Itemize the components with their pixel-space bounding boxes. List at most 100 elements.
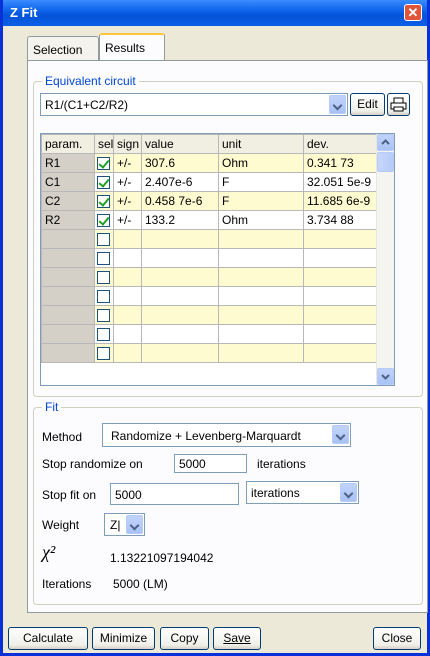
- method-select[interactable]: Randomize + Levenberg-Marquardt: [102, 423, 351, 447]
- value-cell[interactable]: [141, 267, 219, 287]
- unit-cell[interactable]: [218, 305, 304, 325]
- header-param[interactable]: param.: [41, 134, 95, 154]
- param-checkbox[interactable]: [97, 195, 110, 209]
- table-row[interactable]: [41, 305, 379, 325]
- select-cell[interactable]: [94, 229, 114, 249]
- dev-cell[interactable]: 11.685 6e-9: [303, 191, 379, 211]
- sign-cell[interactable]: +/-: [113, 191, 142, 211]
- dev-cell[interactable]: [303, 343, 379, 363]
- select-cell[interactable]: [94, 248, 114, 268]
- param-name-cell[interactable]: C1: [41, 172, 95, 192]
- unit-cell[interactable]: [218, 324, 304, 344]
- close-window-button[interactable]: ✕: [404, 4, 422, 21]
- unit-cell[interactable]: [218, 248, 304, 268]
- sign-cell[interactable]: [113, 267, 142, 287]
- unit-cell[interactable]: [218, 286, 304, 306]
- sign-cell[interactable]: +/-: [113, 153, 142, 173]
- title-bar[interactable]: Z Fit ✕: [3, 0, 427, 26]
- table-row[interactable]: [41, 229, 379, 249]
- unit-cell[interactable]: Ohm: [218, 210, 304, 230]
- param-checkbox[interactable]: [97, 347, 110, 361]
- select-cell[interactable]: [94, 324, 114, 344]
- table-row[interactable]: R1 +/- 307.6 Ohm 0.341 73: [41, 153, 379, 173]
- print-button[interactable]: [387, 93, 410, 116]
- param-checkbox[interactable]: [97, 176, 110, 190]
- save-button[interactable]: Save: [213, 627, 261, 650]
- table-row[interactable]: [41, 286, 379, 306]
- edit-circuit-button[interactable]: Edit: [350, 93, 385, 116]
- param-name-cell[interactable]: R2: [41, 210, 95, 230]
- param-name-cell[interactable]: [41, 324, 95, 344]
- chevron-down-icon[interactable]: [340, 483, 357, 502]
- table-row[interactable]: C2 +/- 0.458 7e-6 F 11.685 6e-9: [41, 191, 379, 211]
- table-row[interactable]: R2 +/- 133.2 Ohm 3.734 88: [41, 210, 379, 230]
- select-cell[interactable]: [94, 305, 114, 325]
- value-cell[interactable]: [141, 229, 219, 249]
- select-cell[interactable]: [94, 210, 114, 230]
- select-cell[interactable]: [94, 191, 114, 211]
- param-checkbox[interactable]: [97, 233, 110, 247]
- value-cell[interactable]: 133.2: [141, 210, 219, 230]
- value-cell[interactable]: [141, 305, 219, 325]
- weight-select[interactable]: Z|: [104, 513, 145, 536]
- value-cell[interactable]: 0.458 7e-6: [141, 191, 219, 211]
- tab-results[interactable]: Results: [99, 33, 165, 60]
- chevron-down-icon[interactable]: [329, 95, 346, 114]
- header-dev[interactable]: dev.: [303, 134, 379, 154]
- stop-fit-unit-select[interactable]: iterations: [246, 481, 359, 504]
- value-cell[interactable]: 307.6: [141, 153, 219, 173]
- sign-cell[interactable]: [113, 286, 142, 306]
- table-scrollbar[interactable]: [376, 134, 394, 385]
- value-cell[interactable]: [141, 286, 219, 306]
- sign-cell[interactable]: [113, 229, 142, 249]
- select-cell[interactable]: [94, 153, 114, 173]
- header-sel[interactable]: sel.: [94, 134, 114, 154]
- select-cell[interactable]: [94, 343, 114, 363]
- close-button[interactable]: Close: [373, 627, 421, 650]
- dev-cell[interactable]: [303, 248, 379, 268]
- table-row[interactable]: [41, 248, 379, 268]
- unit-cell[interactable]: [218, 267, 304, 287]
- chevron-down-icon[interactable]: [126, 515, 143, 534]
- unit-cell[interactable]: Ohm: [218, 153, 304, 173]
- calculate-button[interactable]: Calculate: [8, 627, 88, 650]
- scroll-down-button[interactable]: [377, 368, 394, 385]
- unit-cell[interactable]: F: [218, 191, 304, 211]
- dev-cell[interactable]: [303, 305, 379, 325]
- table-row[interactable]: [41, 343, 379, 363]
- param-name-cell[interactable]: [41, 343, 95, 363]
- circuit-select[interactable]: R1/(C1+C2/R2): [40, 93, 348, 116]
- param-checkbox[interactable]: [97, 290, 110, 304]
- minimize-button[interactable]: Minimize: [92, 627, 155, 650]
- scroll-up-button[interactable]: [377, 134, 394, 151]
- header-unit[interactable]: unit: [218, 134, 304, 154]
- param-name-cell[interactable]: [41, 286, 95, 306]
- unit-cell[interactable]: [218, 343, 304, 363]
- scroll-thumb[interactable]: [377, 152, 394, 172]
- value-cell[interactable]: [141, 248, 219, 268]
- dev-cell[interactable]: 32.051 5e-9: [303, 172, 379, 192]
- sign-cell[interactable]: [113, 305, 142, 325]
- table-row[interactable]: C1 +/- 2.407e-6 F 32.051 5e-9: [41, 172, 379, 192]
- unit-cell[interactable]: F: [218, 172, 304, 192]
- copy-button[interactable]: Copy: [160, 627, 209, 650]
- select-cell[interactable]: [94, 267, 114, 287]
- value-cell[interactable]: [141, 343, 219, 363]
- header-value[interactable]: value: [141, 134, 219, 154]
- chevron-down-icon[interactable]: [332, 425, 349, 444]
- tab-selection[interactable]: Selection: [27, 36, 99, 60]
- stop-fit-input[interactable]: 5000: [110, 483, 239, 505]
- select-cell[interactable]: [94, 172, 114, 192]
- sign-cell[interactable]: [113, 248, 142, 268]
- unit-cell[interactable]: [218, 229, 304, 249]
- param-name-cell[interactable]: [41, 267, 95, 287]
- param-checkbox[interactable]: [97, 214, 110, 228]
- sign-cell[interactable]: +/-: [113, 172, 142, 192]
- dev-cell[interactable]: [303, 286, 379, 306]
- header-sign[interactable]: sign: [113, 134, 142, 154]
- value-cell[interactable]: 2.407e-6: [141, 172, 219, 192]
- stop-randomize-input[interactable]: 5000: [174, 454, 247, 473]
- dev-cell[interactable]: [303, 267, 379, 287]
- param-checkbox[interactable]: [97, 252, 110, 266]
- param-checkbox[interactable]: [97, 157, 110, 171]
